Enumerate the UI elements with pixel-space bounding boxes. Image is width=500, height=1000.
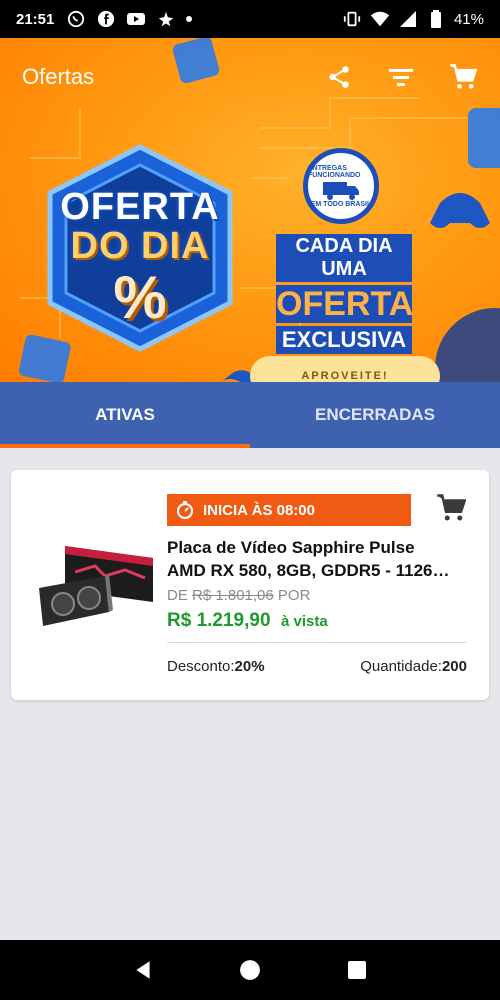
offer-banner[interactable]: Ofertas OFERTA DO DIA % ENTREGAS FUNCION… xyxy=(0,38,500,382)
filter-icon[interactable] xyxy=(386,62,416,92)
back-icon[interactable] xyxy=(128,955,158,985)
badge-line1: OFERTA xyxy=(60,186,220,228)
seal-line2: EM TODO BRASIL xyxy=(310,200,372,208)
sale-price-suffix: à vista xyxy=(280,613,328,630)
tab-encerradas[interactable]: ENCERRADAS xyxy=(250,382,500,448)
vibrate-icon xyxy=(342,9,362,29)
offer-start-time: INICIA ÀS 08:00 xyxy=(203,501,315,519)
card-divider xyxy=(167,642,467,643)
original-price-prefix: DE xyxy=(167,587,188,604)
more-notifications-dot xyxy=(186,16,193,22)
original-price-suffix: POR xyxy=(277,587,311,604)
stopwatch-icon xyxy=(176,501,194,520)
discount-label: Desconto: xyxy=(167,658,235,675)
original-price-value: R$ 1.801,06 xyxy=(192,587,274,604)
app-bar: Ofertas xyxy=(0,38,500,116)
product-name-line1: Placa de Vídeo Sapphire Pulse xyxy=(167,538,415,557)
cart-icon xyxy=(437,494,466,521)
share-icon[interactable] xyxy=(324,62,354,92)
product-image[interactable] xyxy=(35,536,161,636)
notification-app-icon xyxy=(156,9,176,29)
whatsapp-icon xyxy=(66,9,86,29)
cart-icon[interactable] xyxy=(448,62,478,92)
status-time: 21:51 xyxy=(16,10,55,28)
wifi-icon xyxy=(370,9,390,29)
badge-line2: DO DIA xyxy=(70,225,210,267)
product-name[interactable]: Placa de Vídeo Sapphire Pulse AMD RX 580… xyxy=(167,536,477,582)
discount-value: 20% xyxy=(234,658,265,675)
promo-line3: EXCLUSIVA xyxy=(276,326,412,354)
status-bar: 21:51 41% xyxy=(0,0,500,38)
discount-info: Desconto:20% xyxy=(167,658,265,675)
cta-button[interactable]: APROVEITE! xyxy=(250,356,440,382)
offer-tabs: ATIVAS ENCERRADAS xyxy=(0,382,500,448)
quantity-label: Quantidade: xyxy=(360,658,442,675)
signal-icon xyxy=(398,9,418,29)
system-nav-bar xyxy=(0,940,500,1000)
truck-icon xyxy=(323,181,359,200)
sale-price-value: R$ 1.219,90 xyxy=(167,610,271,631)
tab-ativas-label: ATIVAS xyxy=(95,405,155,424)
seal-line1: ENTREGAS FUNCIONANDO xyxy=(308,164,361,179)
promo-block: CADA DIA UMA OFERTA EXCLUSIVA xyxy=(276,234,414,357)
badge-percent-symbol: % xyxy=(113,264,167,331)
add-to-cart-button[interactable] xyxy=(435,492,467,524)
offer-start-time-badge: INICIA ÀS 08:00 xyxy=(167,494,411,526)
promo-line2: OFERTA xyxy=(276,285,414,323)
promo-line1: CADA DIA UMA xyxy=(276,234,412,282)
product-name-line2: AMD RX 580, 8GB, GDDR5 - 1126… xyxy=(167,561,450,580)
home-icon[interactable] xyxy=(235,955,265,985)
original-price: DE R$ 1.801,06 POR xyxy=(167,587,310,604)
page-title: Ofertas xyxy=(22,64,95,89)
active-tab-indicator xyxy=(0,444,250,448)
offer-badge-text: OFERTA DO DIA % xyxy=(40,186,240,328)
sale-price: R$ 1.219,90 à vista xyxy=(167,610,328,632)
recents-icon[interactable] xyxy=(342,955,372,985)
tab-ativas[interactable]: ATIVAS xyxy=(0,382,250,448)
delivery-seal: ENTREGAS FUNCIONANDO EM TODO BRASIL xyxy=(303,148,379,224)
tab-encerradas-label: ENCERRADAS xyxy=(315,405,435,424)
quantity-value: 200 xyxy=(441,658,467,675)
battery-percent: 41% xyxy=(453,10,484,28)
offer-card[interactable]: INICIA ÀS 08:00 Placa de Vídeo Sapphire … xyxy=(11,470,489,700)
facebook-icon xyxy=(96,9,116,29)
battery-icon xyxy=(426,9,446,29)
quantity-info: Quantidade:200 xyxy=(360,658,467,675)
youtube-icon xyxy=(126,9,146,29)
